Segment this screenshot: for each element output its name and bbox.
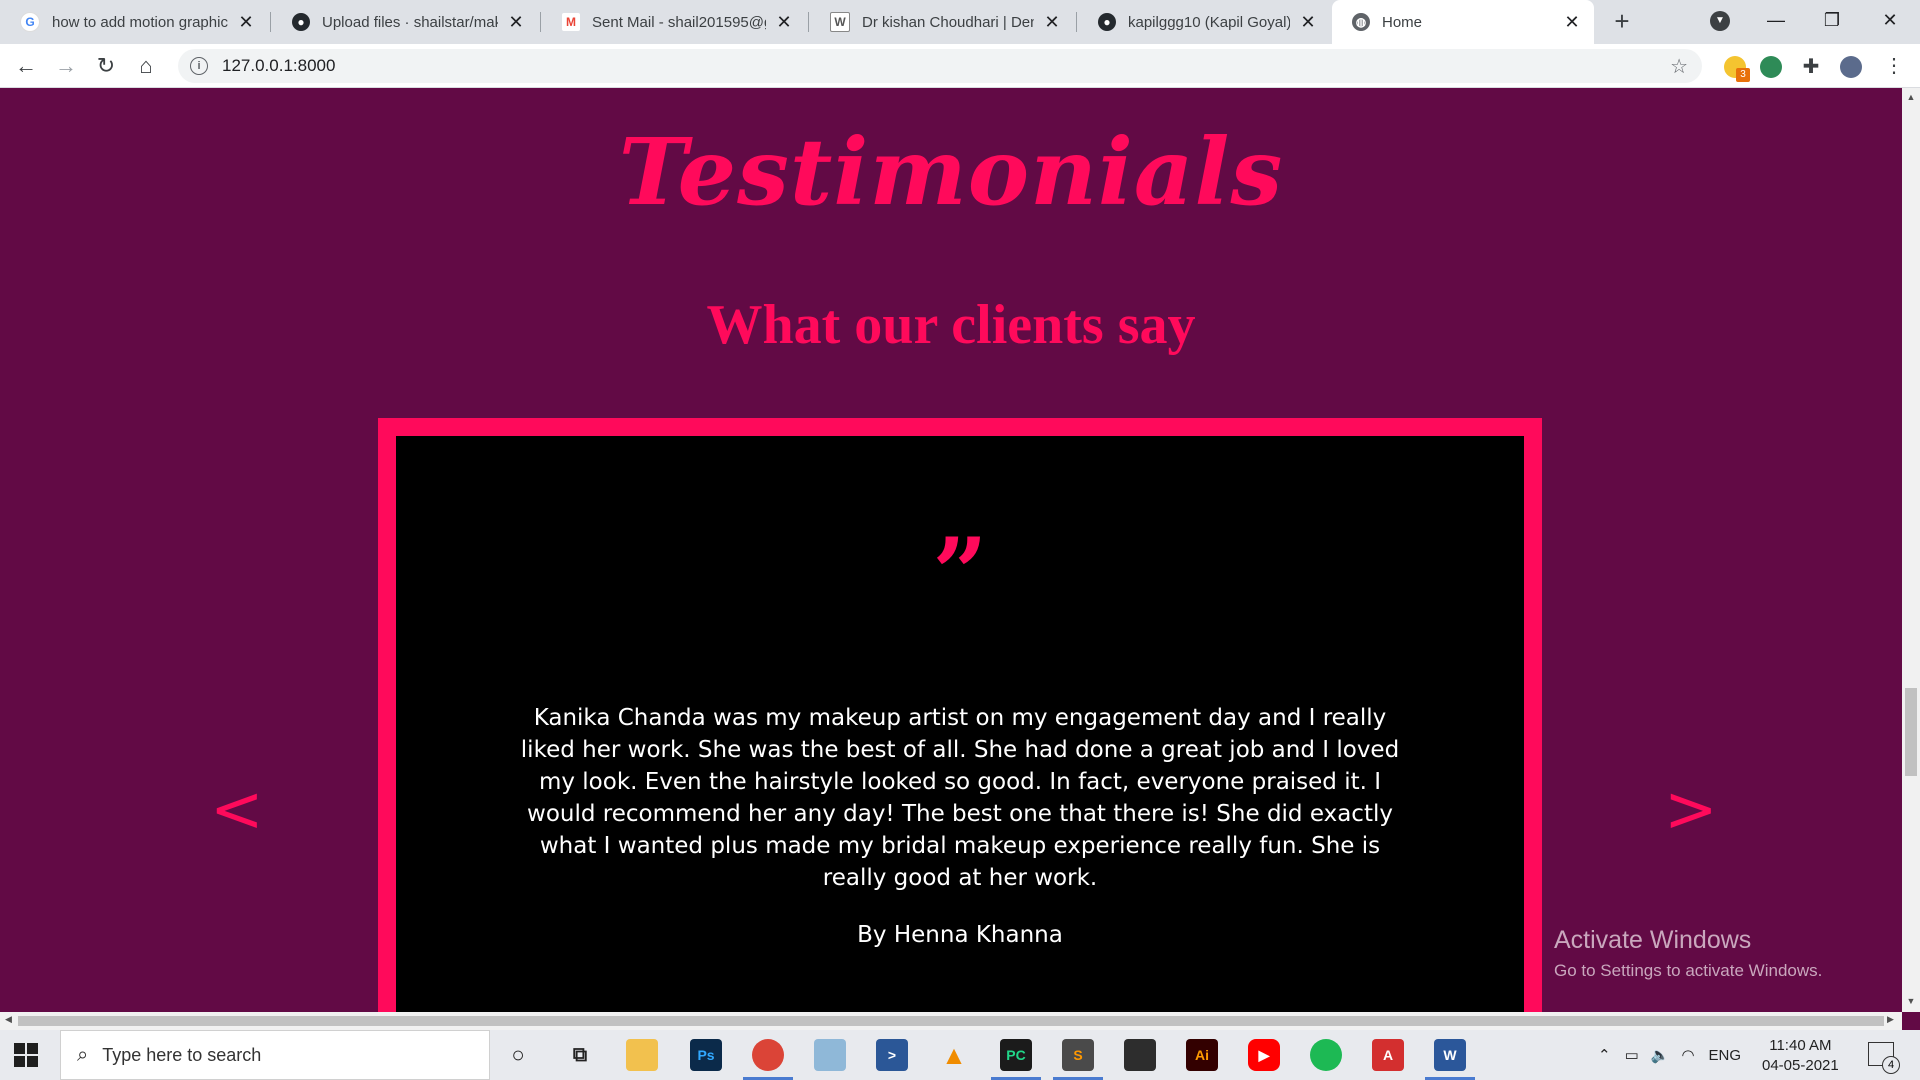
testimonial-text: Kanika Chanda was my makeup artist on my… bbox=[520, 705, 1400, 891]
tab-google-search[interactable]: G how to add motion graphic ✕ bbox=[0, 0, 268, 44]
scroll-down-icon[interactable]: ▼ bbox=[1902, 996, 1920, 1006]
gmail-icon: M bbox=[562, 13, 580, 31]
testimonial-author: By Henna Khanna bbox=[857, 922, 1063, 948]
volume-icon[interactable]: 🔈 bbox=[1651, 1046, 1670, 1064]
watermark-line1: Activate Windows bbox=[1554, 926, 1752, 954]
clock-date: 04-05-2021 bbox=[1762, 1057, 1839, 1074]
taskbar-clock[interactable]: 11:40 AM 04-05-2021 bbox=[1762, 1036, 1839, 1076]
terminal-icon[interactable] bbox=[1124, 1039, 1156, 1071]
tab-strip: G how to add motion graphic ✕ ● Upload f… bbox=[0, 0, 1920, 44]
close-tab-icon[interactable]: ✕ bbox=[236, 12, 256, 33]
github-icon: ● bbox=[292, 13, 310, 31]
forward-button[interactable]: → bbox=[52, 52, 80, 80]
testimonial-card: ” Kanika Chanda was my makeup artist on … bbox=[378, 418, 1542, 1012]
section-subtitle: What our clients say bbox=[706, 294, 1196, 356]
close-tab-icon[interactable]: ✕ bbox=[1042, 12, 1062, 33]
watermark-line2: Go to Settings to activate Windows. bbox=[1554, 961, 1823, 980]
page-content: Testimonials What our clients say < > ” … bbox=[0, 88, 1902, 1012]
cortana-icon[interactable]: ○ bbox=[502, 1039, 534, 1071]
close-tab-icon[interactable]: ✕ bbox=[506, 12, 526, 33]
carousel-prev-arrow[interactable]: < bbox=[210, 778, 264, 842]
sublime-icon[interactable]: S bbox=[1062, 1039, 1094, 1071]
new-tab-button[interactable]: + bbox=[1608, 8, 1636, 36]
tab-github-kapil[interactable]: ● kapilggg10 (Kapil Goyal) ✕ bbox=[1078, 0, 1330, 44]
system-tray: ⌃ ▭ 🔈 ◠ ENG bbox=[1598, 1030, 1741, 1080]
wifi-icon[interactable]: ◠ bbox=[1681, 1046, 1694, 1064]
tab-gmail[interactable]: M Sent Mail - shail201595@gr ✕ bbox=[542, 0, 806, 44]
scroll-up-icon[interactable]: ▲ bbox=[1902, 92, 1920, 102]
close-tab-icon[interactable]: ✕ bbox=[1298, 12, 1318, 33]
task-view-icon[interactable]: ⧉ bbox=[564, 1039, 596, 1071]
tab-title: Dr kishan Choudhari | Denta bbox=[862, 13, 1034, 31]
back-button[interactable]: ← bbox=[12, 52, 40, 80]
vertical-scroll-thumb[interactable] bbox=[1905, 688, 1917, 776]
reload-button[interactable]: ↻ bbox=[92, 52, 120, 80]
tab-title: how to add motion graphic bbox=[52, 13, 228, 31]
tab-title: kapilggg10 (Kapil Goyal) bbox=[1128, 13, 1290, 31]
tab-github-upload[interactable]: ● Upload files · shailstar/make ✕ bbox=[272, 0, 538, 44]
site-info-icon[interactable]: i bbox=[190, 57, 208, 75]
avatar[interactable] bbox=[1840, 56, 1862, 78]
home-button[interactable]: ⌂ bbox=[132, 52, 160, 80]
horizontal-scroll-thumb[interactable] bbox=[18, 1016, 1884, 1026]
tab-title: Home bbox=[1382, 13, 1423, 31]
bookmark-star-icon[interactable]: ☆ bbox=[1670, 54, 1688, 79]
spotify-icon[interactable] bbox=[1310, 1039, 1342, 1071]
chevron-up-icon[interactable]: ⌃ bbox=[1598, 1046, 1611, 1064]
minimize-button[interactable]: — bbox=[1756, 6, 1796, 34]
quote-icon: ” bbox=[932, 517, 988, 630]
tab-title: Upload files · shailstar/make bbox=[322, 13, 498, 31]
tab-dr-kishan[interactable]: W Dr kishan Choudhari | Denta ✕ bbox=[810, 0, 1074, 44]
puzzle-icon[interactable]: ✚ bbox=[1800, 56, 1822, 78]
clock-time: 11:40 AM bbox=[1769, 1037, 1832, 1054]
tab-title: Sent Mail - shail201595@gr bbox=[592, 13, 766, 31]
tab-search-icon[interactable]: ▼ bbox=[1710, 11, 1730, 31]
notepad-icon[interactable] bbox=[814, 1039, 846, 1071]
kebab-menu-icon[interactable]: ⋮ bbox=[1880, 52, 1908, 80]
close-tab-icon[interactable]: ✕ bbox=[1562, 12, 1582, 33]
chrome-icon[interactable] bbox=[752, 1039, 784, 1071]
word-icon[interactable]: W bbox=[1434, 1039, 1466, 1071]
browser-toolbar: ← → ↻ ⌂ i 127.0.0.1:8000 ☆ 3 ✚ ⋮ bbox=[0, 44, 1920, 88]
activate-windows-watermark: Activate Windows Go to Settings to activ… bbox=[1554, 926, 1822, 981]
github-icon: ● bbox=[1098, 13, 1116, 31]
vertical-scrollbar[interactable]: ▲ ▼ bbox=[1902, 88, 1920, 1012]
battery-icon[interactable]: ▭ bbox=[1625, 1046, 1639, 1064]
tab-home[interactable]: ◍ Home ✕ bbox=[1332, 0, 1594, 44]
photoshop-icon[interactable]: Ps bbox=[690, 1039, 722, 1071]
youtube-icon[interactable]: ▶ bbox=[1248, 1039, 1280, 1071]
scroll-right-icon[interactable]: ▶ bbox=[1887, 1014, 1894, 1025]
address-bar[interactable]: i 127.0.0.1:8000 ☆ bbox=[178, 49, 1702, 83]
extension-globe-icon[interactable] bbox=[1760, 56, 1782, 78]
search-icon: ⌕ bbox=[77, 1043, 89, 1066]
extension-badge: 3 bbox=[1736, 68, 1750, 82]
illustrator-icon[interactable]: Ai bbox=[1186, 1039, 1218, 1071]
site-icon: W bbox=[830, 12, 850, 32]
globe-icon: ◍ bbox=[1352, 13, 1370, 31]
carousel-next-arrow[interactable]: > bbox=[1664, 778, 1718, 842]
google-icon: G bbox=[20, 12, 40, 32]
windows-start-icon[interactable] bbox=[14, 1043, 38, 1067]
scroll-left-icon[interactable]: ◀ bbox=[5, 1014, 12, 1025]
search-placeholder: Type here to search bbox=[102, 1044, 262, 1065]
acrobat-icon[interactable]: A bbox=[1372, 1039, 1404, 1071]
close-window-button[interactable]: ✕ bbox=[1870, 6, 1910, 34]
taskbar-search-input[interactable]: ⌕ Type here to search bbox=[60, 1030, 490, 1080]
section-title: Testimonials bbox=[618, 118, 1284, 226]
language-indicator[interactable]: ENG bbox=[1709, 1047, 1742, 1064]
windows-taskbar: ⌕ Type here to search ○ ⧉ Ps > ▲ PC S Ai… bbox=[0, 1030, 1920, 1080]
close-tab-icon[interactable]: ✕ bbox=[774, 12, 794, 33]
url-text: 127.0.0.1:8000 bbox=[222, 56, 336, 75]
notification-count-badge: 4 bbox=[1882, 1056, 1900, 1074]
restore-button[interactable]: ❐ bbox=[1812, 6, 1852, 34]
pycharm-icon[interactable]: PC bbox=[1000, 1039, 1032, 1071]
powershell-icon[interactable]: > bbox=[876, 1039, 908, 1071]
vlc-icon[interactable]: ▲ bbox=[938, 1039, 970, 1071]
horizontal-scrollbar[interactable]: ◀ ▶ bbox=[0, 1012, 1902, 1030]
file-explorer-icon[interactable] bbox=[626, 1039, 658, 1071]
